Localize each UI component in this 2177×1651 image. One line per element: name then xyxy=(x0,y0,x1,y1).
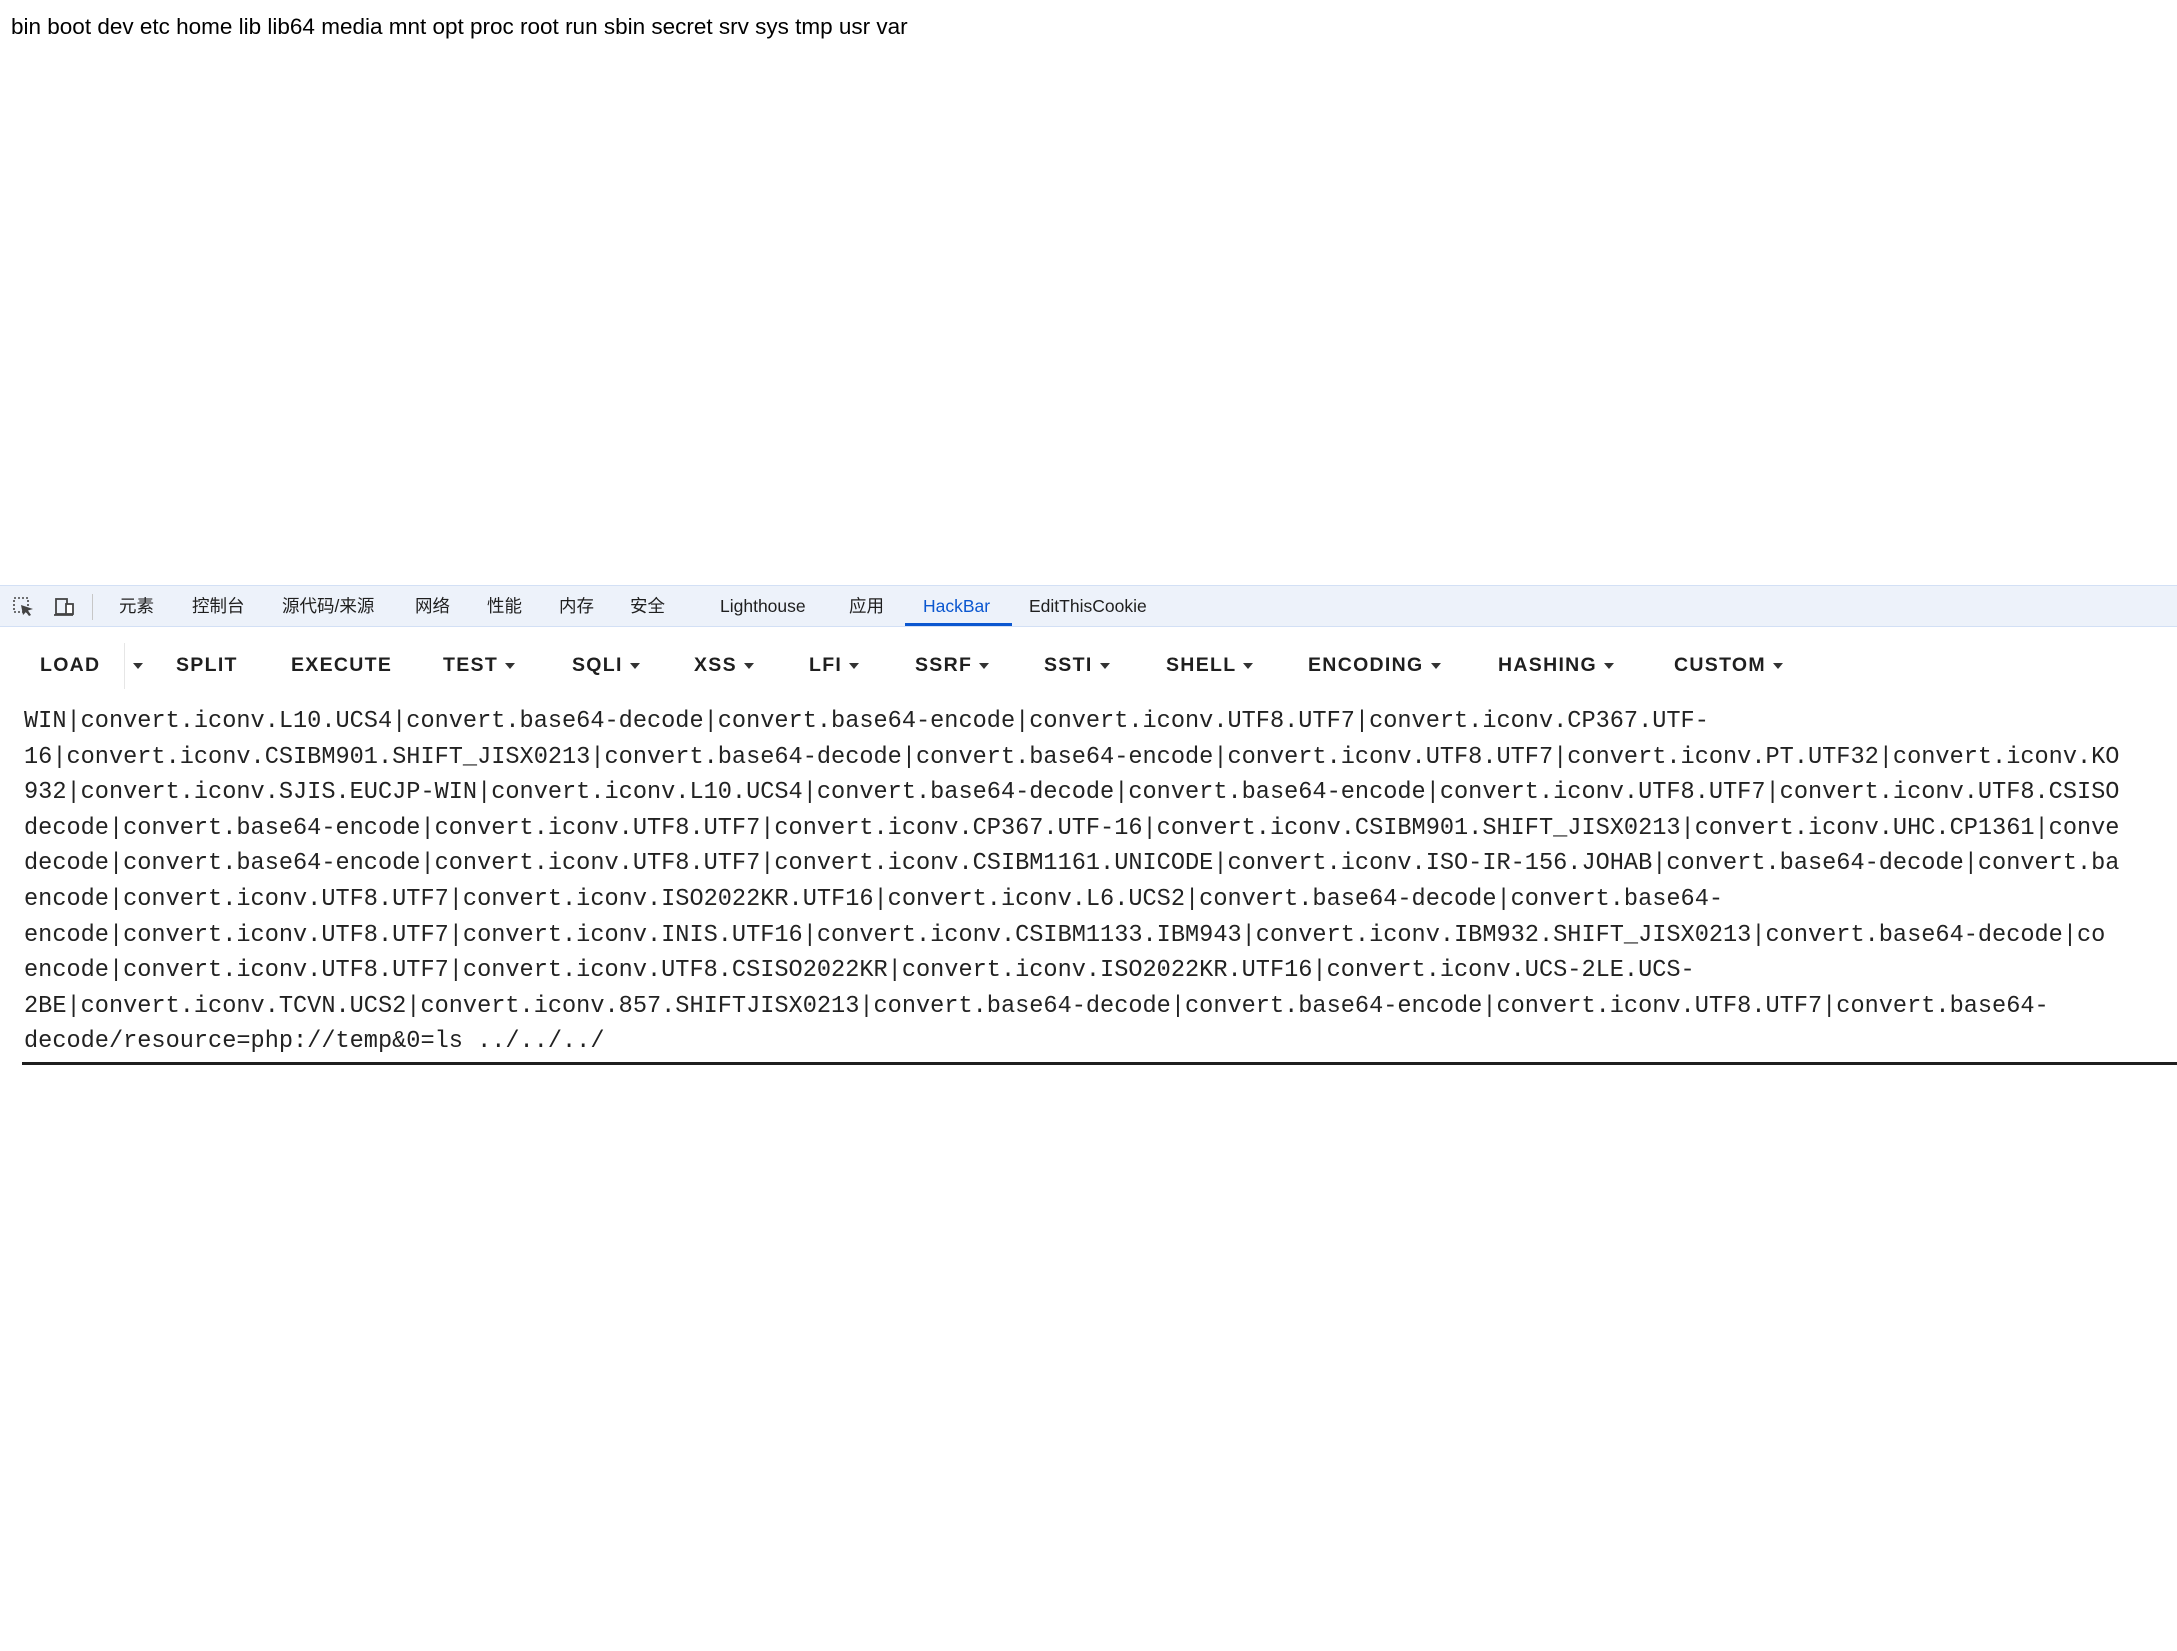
test-label: TEST xyxy=(443,654,499,676)
chevron-down-icon xyxy=(1243,662,1254,669)
tab-lighthouse[interactable]: Lighthouse xyxy=(720,586,806,627)
chevron-down-icon xyxy=(629,662,640,669)
ssrf-label: SSRF xyxy=(915,654,973,676)
tab-editthiscookie[interactable]: EditThisCookie xyxy=(1029,586,1147,627)
chevron-down-icon xyxy=(1099,662,1110,669)
tab-performance[interactable]: 性能 xyxy=(487,586,522,627)
url-line: encode|convert.iconv.UTF8.UTF7|convert.i… xyxy=(24,921,2106,949)
tab-sources[interactable]: 源代码/来源 xyxy=(282,586,374,627)
inspect-element-icon[interactable] xyxy=(13,597,35,617)
xss-menu[interactable]: XSS xyxy=(694,643,754,687)
ssti-label: SSTI xyxy=(1044,654,1093,676)
sqli-label: SQLI xyxy=(572,654,623,676)
custom-menu[interactable]: CUSTOM xyxy=(1674,643,1783,687)
execute-button[interactable]: EXECUTE xyxy=(291,643,392,687)
chevron-down-icon xyxy=(133,662,143,669)
ssrf-menu[interactable]: SSRF xyxy=(915,643,990,687)
url-line: WIN|convert.iconv.L10.UCS4|convert.base6… xyxy=(24,708,1709,735)
tab-console[interactable]: 控制台 xyxy=(192,586,245,627)
tab-memory[interactable]: 内存 xyxy=(559,586,594,627)
url-textarea[interactable]: WIN|convert.iconv.L10.UCS4|convert.base6… xyxy=(0,705,2177,1651)
hashing-menu[interactable]: HASHING xyxy=(1498,643,1615,687)
tab-elements[interactable]: 元素 xyxy=(119,586,154,627)
encoding-label: ENCODING xyxy=(1308,654,1424,676)
active-tab-indicator xyxy=(905,623,1012,626)
tab-application[interactable]: 应用 xyxy=(849,586,884,627)
split-button[interactable]: SPLIT xyxy=(176,643,238,687)
devtools-tab-bar: 元素 控制台 源代码/来源 网络 性能 内存 安全 Lighthouse 应用 … xyxy=(0,585,2177,627)
page-output-text: bin boot dev etc home lib lib64 media mn… xyxy=(11,14,908,39)
chevron-down-icon xyxy=(979,662,990,669)
devtools-panel: 元素 控制台 源代码/来源 网络 性能 内存 安全 Lighthouse 应用 … xyxy=(0,585,2177,1071)
shell-menu[interactable]: SHELL xyxy=(1166,643,1254,687)
device-toolbar-icon[interactable] xyxy=(53,597,75,617)
lfi-menu[interactable]: LFI xyxy=(809,643,860,687)
custom-label: CUSTOM xyxy=(1674,654,1766,676)
chevron-down-icon xyxy=(743,662,754,669)
test-menu[interactable]: TEST xyxy=(443,643,516,687)
load-divider xyxy=(124,643,125,689)
lfi-label: LFI xyxy=(809,654,843,676)
chevron-down-icon xyxy=(849,662,860,669)
url-line: 2BE|convert.iconv.TCVN.UCS2|convert.icon… xyxy=(24,992,2049,1020)
url-line: decode/resource=php://temp&0=ls ../../..… xyxy=(24,1028,605,1056)
sqli-menu[interactable]: SQLI xyxy=(572,643,640,687)
xss-label: XSS xyxy=(694,654,737,676)
encoding-menu[interactable]: ENCODING xyxy=(1308,643,1441,687)
chevron-down-icon xyxy=(1772,662,1783,669)
url-line: 932|convert.iconv.SJIS.EUCJP-WIN|convert… xyxy=(24,779,2120,807)
url-line: encode|convert.iconv.UTF8.UTF7|convert.i… xyxy=(24,886,1724,913)
chevron-down-icon xyxy=(1430,662,1441,669)
chevron-down-icon xyxy=(505,662,516,669)
chevron-down-icon xyxy=(1604,662,1615,669)
ssti-menu[interactable]: SSTI xyxy=(1044,643,1110,687)
shell-label: SHELL xyxy=(1166,654,1237,676)
url-line: encode|convert.iconv.UTF8.UTF7|convert.i… xyxy=(24,957,1695,985)
textarea-bottom-border xyxy=(22,1062,2177,1065)
tab-network[interactable]: 网络 xyxy=(415,586,450,627)
load-options-dropdown[interactable] xyxy=(126,643,143,687)
hackbar-toolbar: LOAD SPLIT EXECUTE TEST SQLI XSS LFI SSR… xyxy=(0,643,2177,689)
load-button[interactable]: LOAD xyxy=(40,643,100,687)
url-line: decode|convert.base64-encode|convert.ico… xyxy=(24,850,2120,878)
tab-hackbar[interactable]: HackBar xyxy=(923,586,990,627)
tab-security[interactable]: 安全 xyxy=(630,586,665,627)
toolbar-divider xyxy=(92,594,93,620)
url-line: 16|convert.iconv.CSIBM901.SHIFT_JISX0213… xyxy=(24,743,2120,771)
hashing-label: HASHING xyxy=(1498,654,1598,676)
url-line: decode|convert.base64-encode|convert.ico… xyxy=(24,814,2120,842)
